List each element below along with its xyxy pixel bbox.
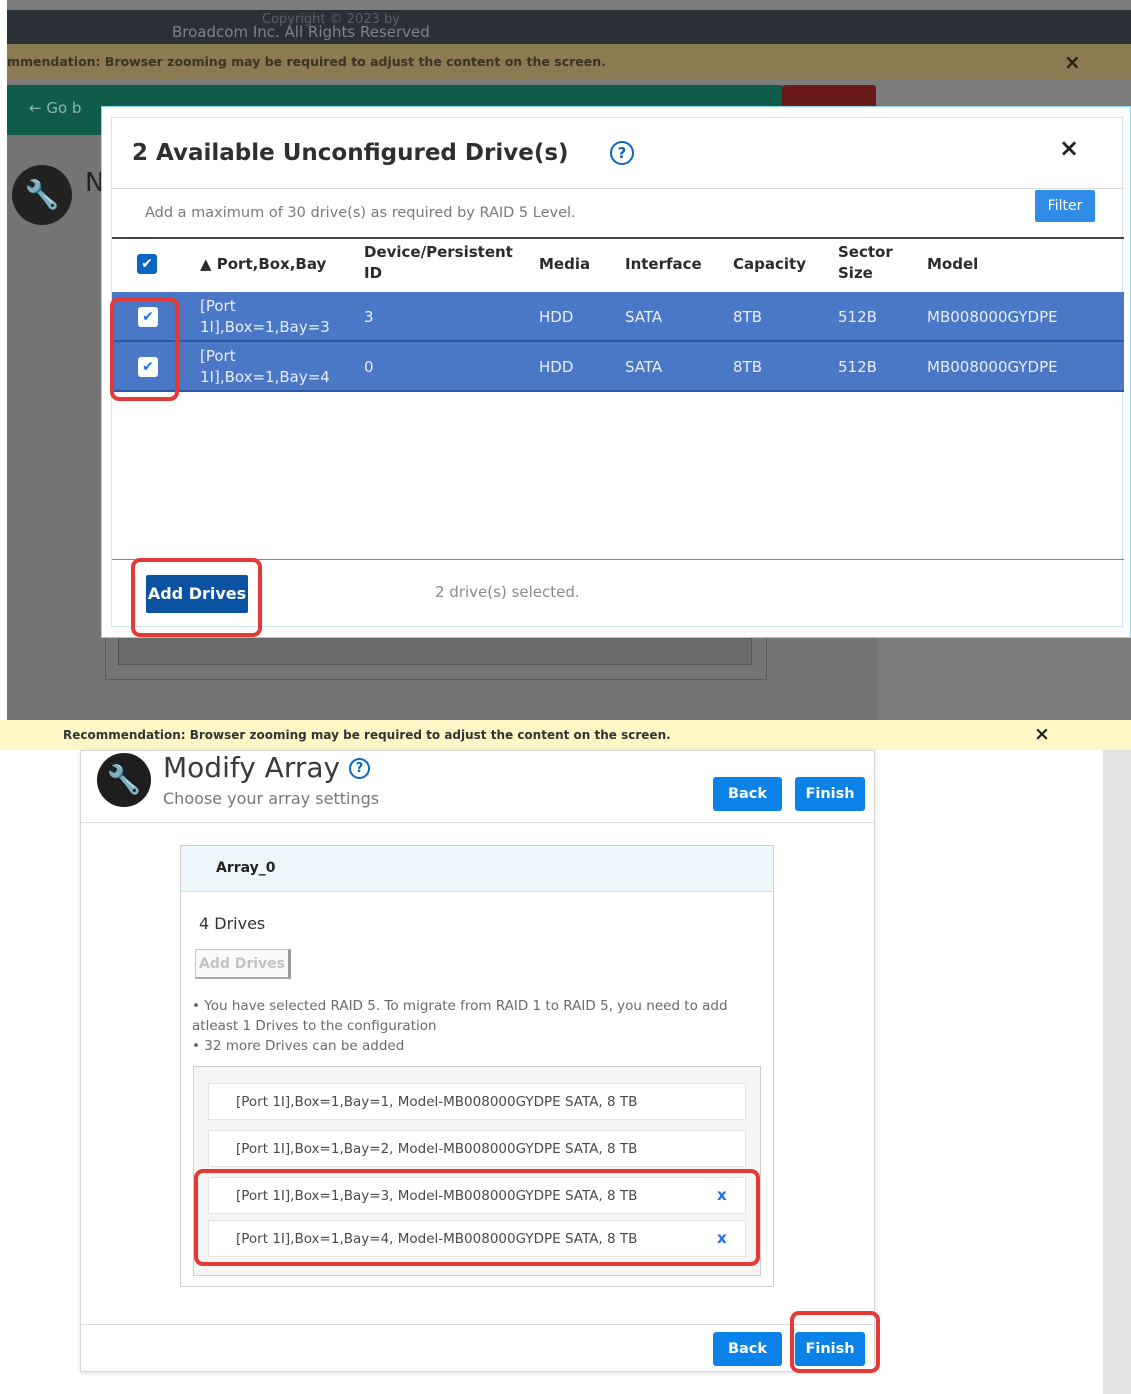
column-header-model[interactable]: Model (927, 254, 978, 275)
model-cell: MB008000GYDPE (927, 308, 1058, 326)
close-icon[interactable]: × (1059, 134, 1079, 162)
copyright-bar: Copyright © 2023 by Broadcom Inc. All Ri… (7, 10, 1131, 44)
help-icon[interactable]: ? (349, 758, 370, 779)
go-back-link[interactable]: ← Go b (29, 99, 81, 117)
drives-remaining-note: • 32 more Drives can be added (192, 1038, 405, 1054)
add-drives-dialog-screen: Copyright © 2023 by Broadcom Inc. All Ri… (0, 0, 1131, 720)
recommendation-banner: Recommendation: Browser zooming may be r… (0, 720, 1131, 750)
page-subtitle: Choose your array settings (163, 789, 380, 808)
port-cell: [Port (200, 347, 236, 365)
recommendation-text: Recommendation: Browser zooming may be r… (63, 728, 671, 742)
column-header-device-id[interactable]: Device/Persistent ID (364, 242, 514, 284)
highlight-added-drives (194, 1169, 760, 1266)
device-id-cell: 3 (364, 308, 374, 326)
column-header-capacity[interactable]: Capacity (733, 254, 806, 275)
raid-limit-hint: Add a maximum of 30 drive(s) as required… (145, 205, 576, 221)
port-cell-line2: 1I],Box=1,Bay=4 (200, 368, 330, 386)
page-title: Modify Array (163, 751, 341, 784)
model-cell: MB008000GYDPE (927, 358, 1058, 376)
recommendation-banner: mmendation: Browser zooming may be requi… (7, 44, 1131, 80)
array-header: Array_0 (181, 846, 773, 892)
media-cell: HDD (539, 358, 574, 376)
column-header-media[interactable]: Media (539, 254, 590, 275)
right-scroll-area (1103, 750, 1131, 1394)
left-edge (0, 0, 7, 720)
array-name: Array_0 (216, 860, 276, 876)
copyright-line2: Broadcom Inc. All Rights Reserved (172, 23, 430, 41)
wrench-icon: 🔧 (97, 753, 151, 807)
footer-divider (112, 559, 1124, 560)
select-all-checkbox[interactable]: ✔ (137, 254, 157, 274)
add-drives-button-disabled: Add Drives (195, 949, 291, 979)
media-cell: HDD (539, 308, 574, 326)
table-row[interactable]: ✔ [Port 1I],Box=1,Bay=3 3 HDD SATA 8TB 5… (112, 292, 1124, 342)
back-button[interactable]: Back (713, 1332, 782, 1366)
finish-button[interactable]: Finish (795, 777, 865, 811)
highlight-checkboxes (110, 297, 179, 401)
interface-cell: SATA (625, 358, 663, 376)
modify-array-card: 🔧 Modify Array ? Choose your array setti… (80, 750, 876, 1372)
device-id-cell: 0 (364, 358, 374, 376)
highlight-finish (790, 1311, 880, 1373)
sector-size-cell: 512B (838, 358, 877, 376)
highlight-add-drives (131, 558, 262, 637)
table-header-divider (112, 237, 1124, 239)
back-button[interactable]: Back (713, 777, 782, 811)
capacity-cell: 8TB (733, 308, 762, 326)
wrench-icon: 🔧 (12, 165, 72, 225)
selected-count-text: 2 drive(s) selected. (435, 583, 580, 601)
divider (81, 822, 876, 823)
capacity-cell: 8TB (733, 358, 762, 376)
sector-size-cell: 512B (838, 308, 877, 326)
list-item: [Port 1I],Box=1,Bay=1, Model-MB008000GYD… (208, 1083, 746, 1120)
left-margin (0, 750, 56, 1394)
raid-migration-note: • You have selected RAID 5. To migrate f… (192, 998, 728, 1014)
raid-migration-note-line2: atleast 1 Drives to the configuration (192, 1018, 437, 1034)
drive-label: [Port 1I],Box=1,Bay=1, Model-MB008000GYD… (236, 1094, 638, 1110)
modal-title: 2 Available Unconfigured Drive(s) (132, 140, 569, 166)
filter-button[interactable]: Filter (1035, 190, 1095, 222)
close-icon[interactable]: × (1064, 50, 1081, 74)
port-cell-line2: 1I],Box=1,Bay=3 (200, 318, 330, 336)
column-header-sector-size[interactable]: Sector Size (838, 242, 902, 284)
drive-label: [Port 1I],Box=1,Bay=2, Model-MB008000GYD… (236, 1141, 638, 1157)
modify-array-screen: Recommendation: Browser zooming may be r… (0, 720, 1131, 1394)
table-row[interactable]: ✔ [Port 1I],Box=1,Bay=4 0 HDD SATA 8TB 5… (112, 342, 1124, 392)
list-item: [Port 1I],Box=1,Bay=2, Model-MB008000GYD… (208, 1130, 746, 1167)
column-header-interface[interactable]: Interface (625, 254, 702, 275)
divider (81, 1324, 876, 1325)
column-header-port[interactable]: ▲ Port,Box,Bay (200, 254, 326, 275)
unconfigured-drives-modal: 2 Available Unconfigured Drive(s) ? × Ad… (111, 117, 1124, 627)
drive-count: 4 Drives (199, 914, 266, 933)
help-icon[interactable]: ? (610, 141, 634, 165)
interface-cell: SATA (625, 308, 663, 326)
close-icon[interactable]: × (1034, 723, 1050, 745)
divider (112, 188, 1124, 189)
port-cell: [Port (200, 297, 236, 315)
recommendation-text: mmendation: Browser zooming may be requi… (7, 54, 606, 69)
